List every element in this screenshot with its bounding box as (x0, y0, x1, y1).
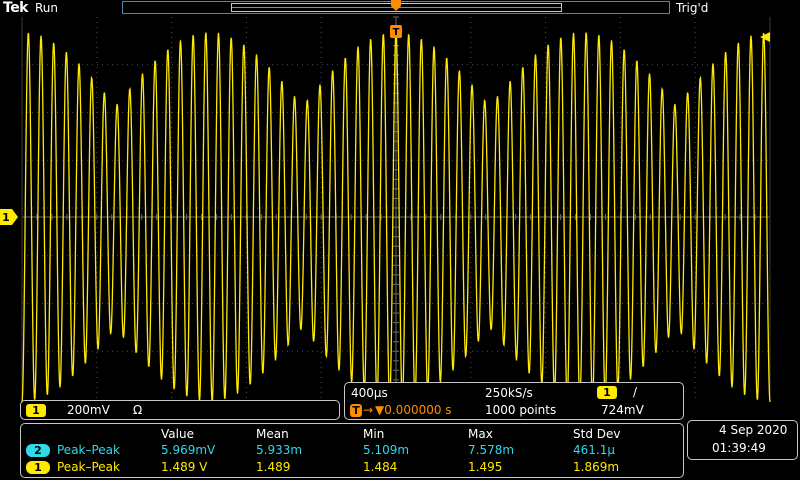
trigger-source-badge: 1 (597, 386, 617, 399)
meas-row-channel1-name: Peak–Peak (57, 460, 120, 474)
trigger-level-marker (760, 32, 770, 42)
record-length: 1000 points (485, 403, 557, 417)
trigger-position: ▼0.000000 s (375, 403, 452, 417)
meas-row-channel1-std-dev: 1.869m (573, 460, 620, 474)
svg-text:1: 1 (2, 211, 10, 224)
trigger-slope-icon: / (633, 385, 638, 399)
graticule-grid (21, 16, 771, 399)
meas-row-channel2-value: 5.969mV (161, 443, 216, 457)
time-per-division: 400µs (351, 386, 388, 400)
meas-row-channel1-min: 1.484 (363, 460, 398, 474)
meas-row-channel1-badge: 1 (26, 461, 50, 474)
channel1-settings-panel[interactable]: 1 200mV Ω (20, 400, 340, 420)
meas-row-channel1-max: 1.495 (468, 460, 503, 474)
trigger-t-icon: T (350, 404, 362, 417)
time-display: 01:39:49 (712, 441, 766, 455)
meas-header-std-dev: Std Dev (573, 427, 621, 441)
datetime-panel[interactable]: 4 Sep 2020 01:39:49 (687, 420, 798, 460)
meas-row-channel2-min: 5.109m (363, 443, 410, 457)
meas-header-min: Min (363, 427, 385, 441)
meas-row-channel2-badge: 2 (26, 444, 50, 457)
meas-row-channel2-std-dev: 461.1µ (573, 443, 615, 457)
meas-header-value: Value (161, 427, 194, 441)
meas-row-channel2-mean: 5.933m (256, 443, 303, 457)
meas-row-channel1-mean: 1.489 (256, 460, 291, 474)
trigger-t-label: T (393, 27, 400, 38)
measurements-panel[interactable]: Value Mean Min Max Std Dev 2 Peak–Peak 5… (20, 423, 684, 478)
channel1-badge: 1 (26, 404, 46, 417)
sample-rate: 250kS/s (485, 386, 533, 400)
meas-row-channel2-name: Peak–Peak (57, 443, 120, 457)
trigger-arrow-glyph: → (363, 403, 374, 417)
trigger-level: 724mV (601, 403, 644, 417)
date-display: 4 Sep 2020 (719, 423, 788, 437)
meas-row-channel1-value: 1.489 V (161, 460, 208, 474)
meas-row-channel2-max: 7.578m (468, 443, 515, 457)
channel1-scale: 200mV (67, 403, 110, 417)
channel1-coupling: Ω (133, 403, 143, 417)
meas-header-mean: Mean (256, 427, 289, 441)
meas-header-max: Max (468, 427, 493, 441)
trigger-arrow-icon (391, 0, 401, 11)
channel1-ground-marker: 1 (0, 209, 18, 225)
timebase-trigger-panel[interactable]: 400µs 250kS/s 1 / T → ▼0.000000 s 1000 p… (344, 382, 684, 420)
